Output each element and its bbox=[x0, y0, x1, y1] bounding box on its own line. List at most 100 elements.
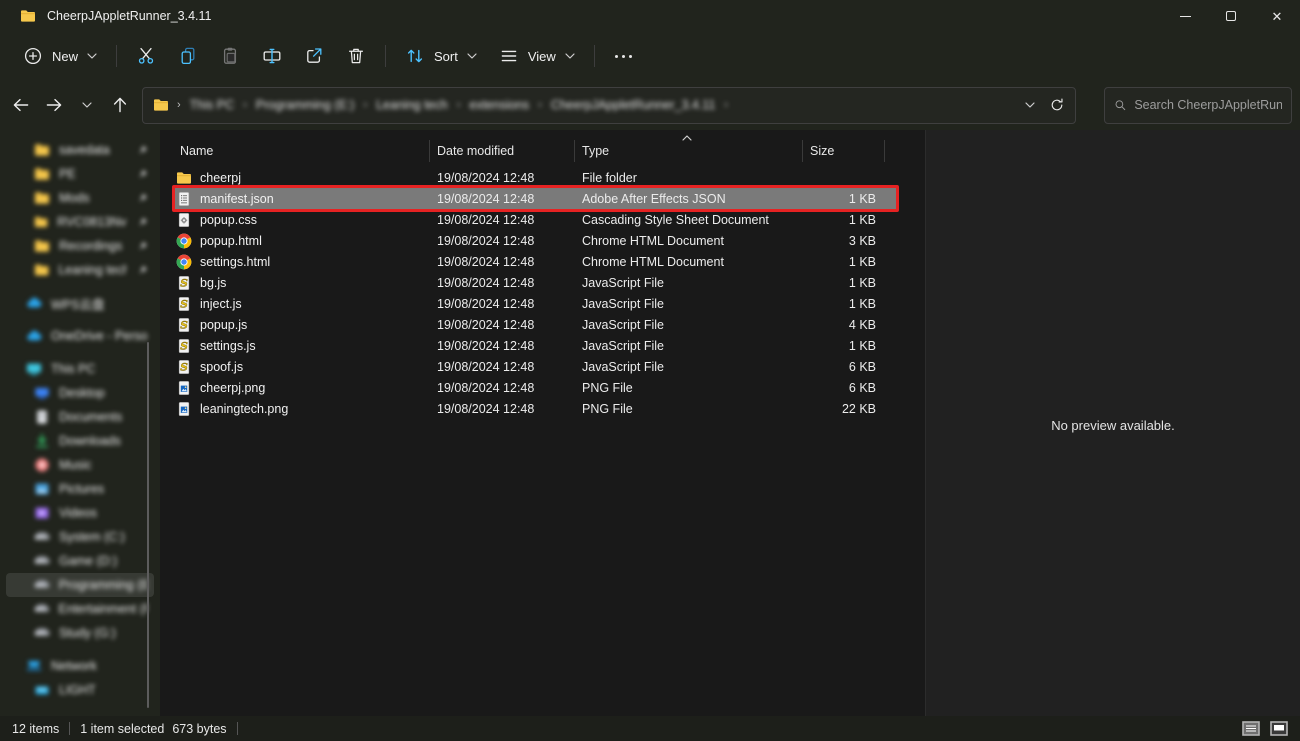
breadcrumb-item[interactable]: This PC bbox=[190, 98, 234, 112]
breadcrumb-separator: › bbox=[724, 99, 728, 111]
search-icon bbox=[1114, 98, 1126, 112]
js-file-icon bbox=[176, 296, 192, 312]
sidebar-item-savedata[interactable]: savedata bbox=[6, 138, 154, 162]
breadcrumb-item[interactable]: Programming (E:) bbox=[256, 98, 355, 112]
copy-button[interactable] bbox=[167, 39, 209, 73]
address-dropdown-icon[interactable] bbox=[1025, 102, 1035, 108]
new-button[interactable]: New bbox=[12, 39, 108, 73]
thumbnail-view-icon bbox=[1270, 721, 1288, 736]
breadcrumb-item[interactable]: CheerpJAppletRunner_3.4.11 bbox=[551, 98, 715, 112]
sidebar-item-pictures[interactable]: Pictures bbox=[6, 477, 154, 501]
music-icon bbox=[34, 457, 50, 473]
table-row[interactable]: leaningtech.png 19/08/2024 12:48 PNG Fil… bbox=[160, 398, 925, 419]
breadcrumb: This PC › Programming (E:) › Leaning tec… bbox=[190, 98, 728, 112]
chevron-down-icon bbox=[82, 102, 92, 108]
table-row[interactable]: cheerpj.png 19/08/2024 12:48 PNG File 6 … bbox=[160, 377, 925, 398]
column-header-date-modified[interactable]: Date modified bbox=[430, 140, 575, 162]
see-more-button[interactable] bbox=[603, 39, 645, 73]
sidebar-item-music[interactable]: Music bbox=[6, 453, 154, 477]
preview-pane: No preview available. bbox=[925, 130, 1300, 716]
column-header-type[interactable]: Type bbox=[575, 140, 803, 162]
toolbar-divider bbox=[385, 45, 386, 67]
minimize-button[interactable] bbox=[1162, 0, 1208, 32]
back-icon bbox=[11, 95, 31, 115]
download-icon bbox=[34, 433, 50, 449]
sidebar-item-study-g[interactable]: Study (G:) bbox=[6, 621, 154, 645]
sidebar-item-documents[interactable]: Documents bbox=[6, 405, 154, 429]
maximize-icon bbox=[1226, 11, 1236, 21]
sort-button-label: Sort bbox=[434, 49, 458, 64]
folder-icon bbox=[34, 238, 50, 254]
chevron-down-icon bbox=[87, 53, 97, 59]
up-icon bbox=[110, 95, 130, 115]
file-list-pane: Name Date modified Type Size cheerpj 19/… bbox=[160, 130, 925, 716]
sidebar-item-programming-e[interactable]: Programming (E bbox=[6, 573, 154, 597]
pin-icon bbox=[136, 216, 148, 228]
close-button[interactable]: ✕ bbox=[1254, 0, 1300, 32]
document-icon bbox=[34, 409, 50, 425]
rename-button[interactable] bbox=[251, 39, 293, 73]
table-row[interactable]: settings.js 19/08/2024 12:48 JavaScript … bbox=[160, 335, 925, 356]
sort-icon bbox=[405, 46, 425, 66]
thumbnail-view-button[interactable] bbox=[1268, 720, 1290, 738]
sidebar-item-this-pc[interactable]: This PC bbox=[6, 357, 154, 381]
recent-locations-button[interactable] bbox=[70, 88, 103, 122]
desktop-icon bbox=[34, 385, 50, 401]
breadcrumb-separator: › bbox=[177, 99, 181, 111]
maximize-button[interactable] bbox=[1208, 0, 1254, 32]
js-file-icon bbox=[176, 359, 192, 375]
up-button[interactable] bbox=[103, 88, 136, 122]
table-row[interactable]: spoof.js 19/08/2024 12:48 JavaScript Fil… bbox=[160, 356, 925, 377]
sidebar-item-entertainment-f[interactable]: Entertainment (F bbox=[6, 597, 154, 621]
sidebar-item-leaning-tech[interactable]: Leaning tech bbox=[6, 258, 154, 282]
status-divider bbox=[69, 722, 70, 735]
forward-button[interactable] bbox=[37, 88, 70, 122]
breadcrumb-item[interactable]: extensions bbox=[469, 98, 529, 112]
delete-button[interactable] bbox=[335, 39, 377, 73]
sidebar-item-videos[interactable]: Videos bbox=[6, 501, 154, 525]
column-header-name[interactable]: Name bbox=[160, 140, 430, 162]
drive-icon bbox=[34, 625, 50, 641]
sidebar-item-network[interactable]: Network bbox=[6, 654, 154, 678]
view-button-label: View bbox=[528, 49, 556, 64]
table-row-selected[interactable]: manifest.json 19/08/2024 12:48 Adobe Aft… bbox=[160, 188, 925, 209]
column-header-size[interactable]: Size bbox=[803, 140, 885, 162]
table-row[interactable]: bg.js 19/08/2024 12:48 JavaScript File 1… bbox=[160, 272, 925, 293]
breadcrumb-item[interactable]: Leaning tech bbox=[376, 98, 448, 112]
table-row[interactable]: popup.css 19/08/2024 12:48 Cascading Sty… bbox=[160, 209, 925, 230]
breadcrumb-separator: › bbox=[457, 99, 461, 111]
paste-button[interactable] bbox=[209, 39, 251, 73]
drive-icon bbox=[34, 577, 50, 593]
cut-button[interactable] bbox=[125, 39, 167, 73]
sidebar-item-downloads[interactable]: Downloads bbox=[6, 429, 154, 453]
sidebar-item-system-c[interactable]: System (C:) bbox=[6, 525, 154, 549]
sidebar-item-mods[interactable]: Mods bbox=[6, 186, 154, 210]
sort-button[interactable]: Sort bbox=[394, 39, 488, 73]
search-box[interactable] bbox=[1104, 87, 1292, 124]
sidebar-item-recordings[interactable]: Recordings bbox=[6, 234, 154, 258]
folder-icon bbox=[34, 142, 50, 158]
table-row[interactable]: settings.html 19/08/2024 12:48 Chrome HT… bbox=[160, 251, 925, 272]
sidebar-item-onedrive[interactable]: OneDrive - Perso bbox=[6, 324, 154, 348]
details-view-button[interactable] bbox=[1240, 720, 1262, 738]
view-button[interactable]: View bbox=[488, 39, 586, 73]
pin-icon bbox=[136, 168, 148, 180]
back-button[interactable] bbox=[4, 88, 37, 122]
sidebar-item-light[interactable]: LIGHT bbox=[6, 678, 154, 702]
share-button[interactable] bbox=[293, 39, 335, 73]
breadcrumb-separator: › bbox=[243, 99, 247, 111]
sidebar-item-game-d[interactable]: Game (D:) bbox=[6, 549, 154, 573]
sidebar-item-rvc[interactable]: RVC0813Nvid bbox=[6, 210, 154, 234]
sidebar-item-wps-cloud[interactable]: WPS云盘 bbox=[6, 291, 154, 315]
table-row[interactable]: popup.js 19/08/2024 12:48 JavaScript Fil… bbox=[160, 314, 925, 335]
table-row[interactable]: cheerpj 19/08/2024 12:48 File folder bbox=[160, 167, 925, 188]
sidebar-scrollbar[interactable] bbox=[147, 342, 149, 708]
sidebar-item-desktop[interactable]: Desktop bbox=[6, 381, 154, 405]
search-input[interactable] bbox=[1134, 98, 1282, 112]
table-row[interactable]: inject.js 19/08/2024 12:48 JavaScript Fi… bbox=[160, 293, 925, 314]
address-bar[interactable]: › This PC › Programming (E:) › Leaning t… bbox=[142, 87, 1076, 124]
sidebar-item-pe[interactable]: PE bbox=[6, 162, 154, 186]
status-divider bbox=[237, 722, 238, 735]
table-row[interactable]: popup.html 19/08/2024 12:48 Chrome HTML … bbox=[160, 230, 925, 251]
refresh-icon[interactable] bbox=[1049, 97, 1065, 113]
